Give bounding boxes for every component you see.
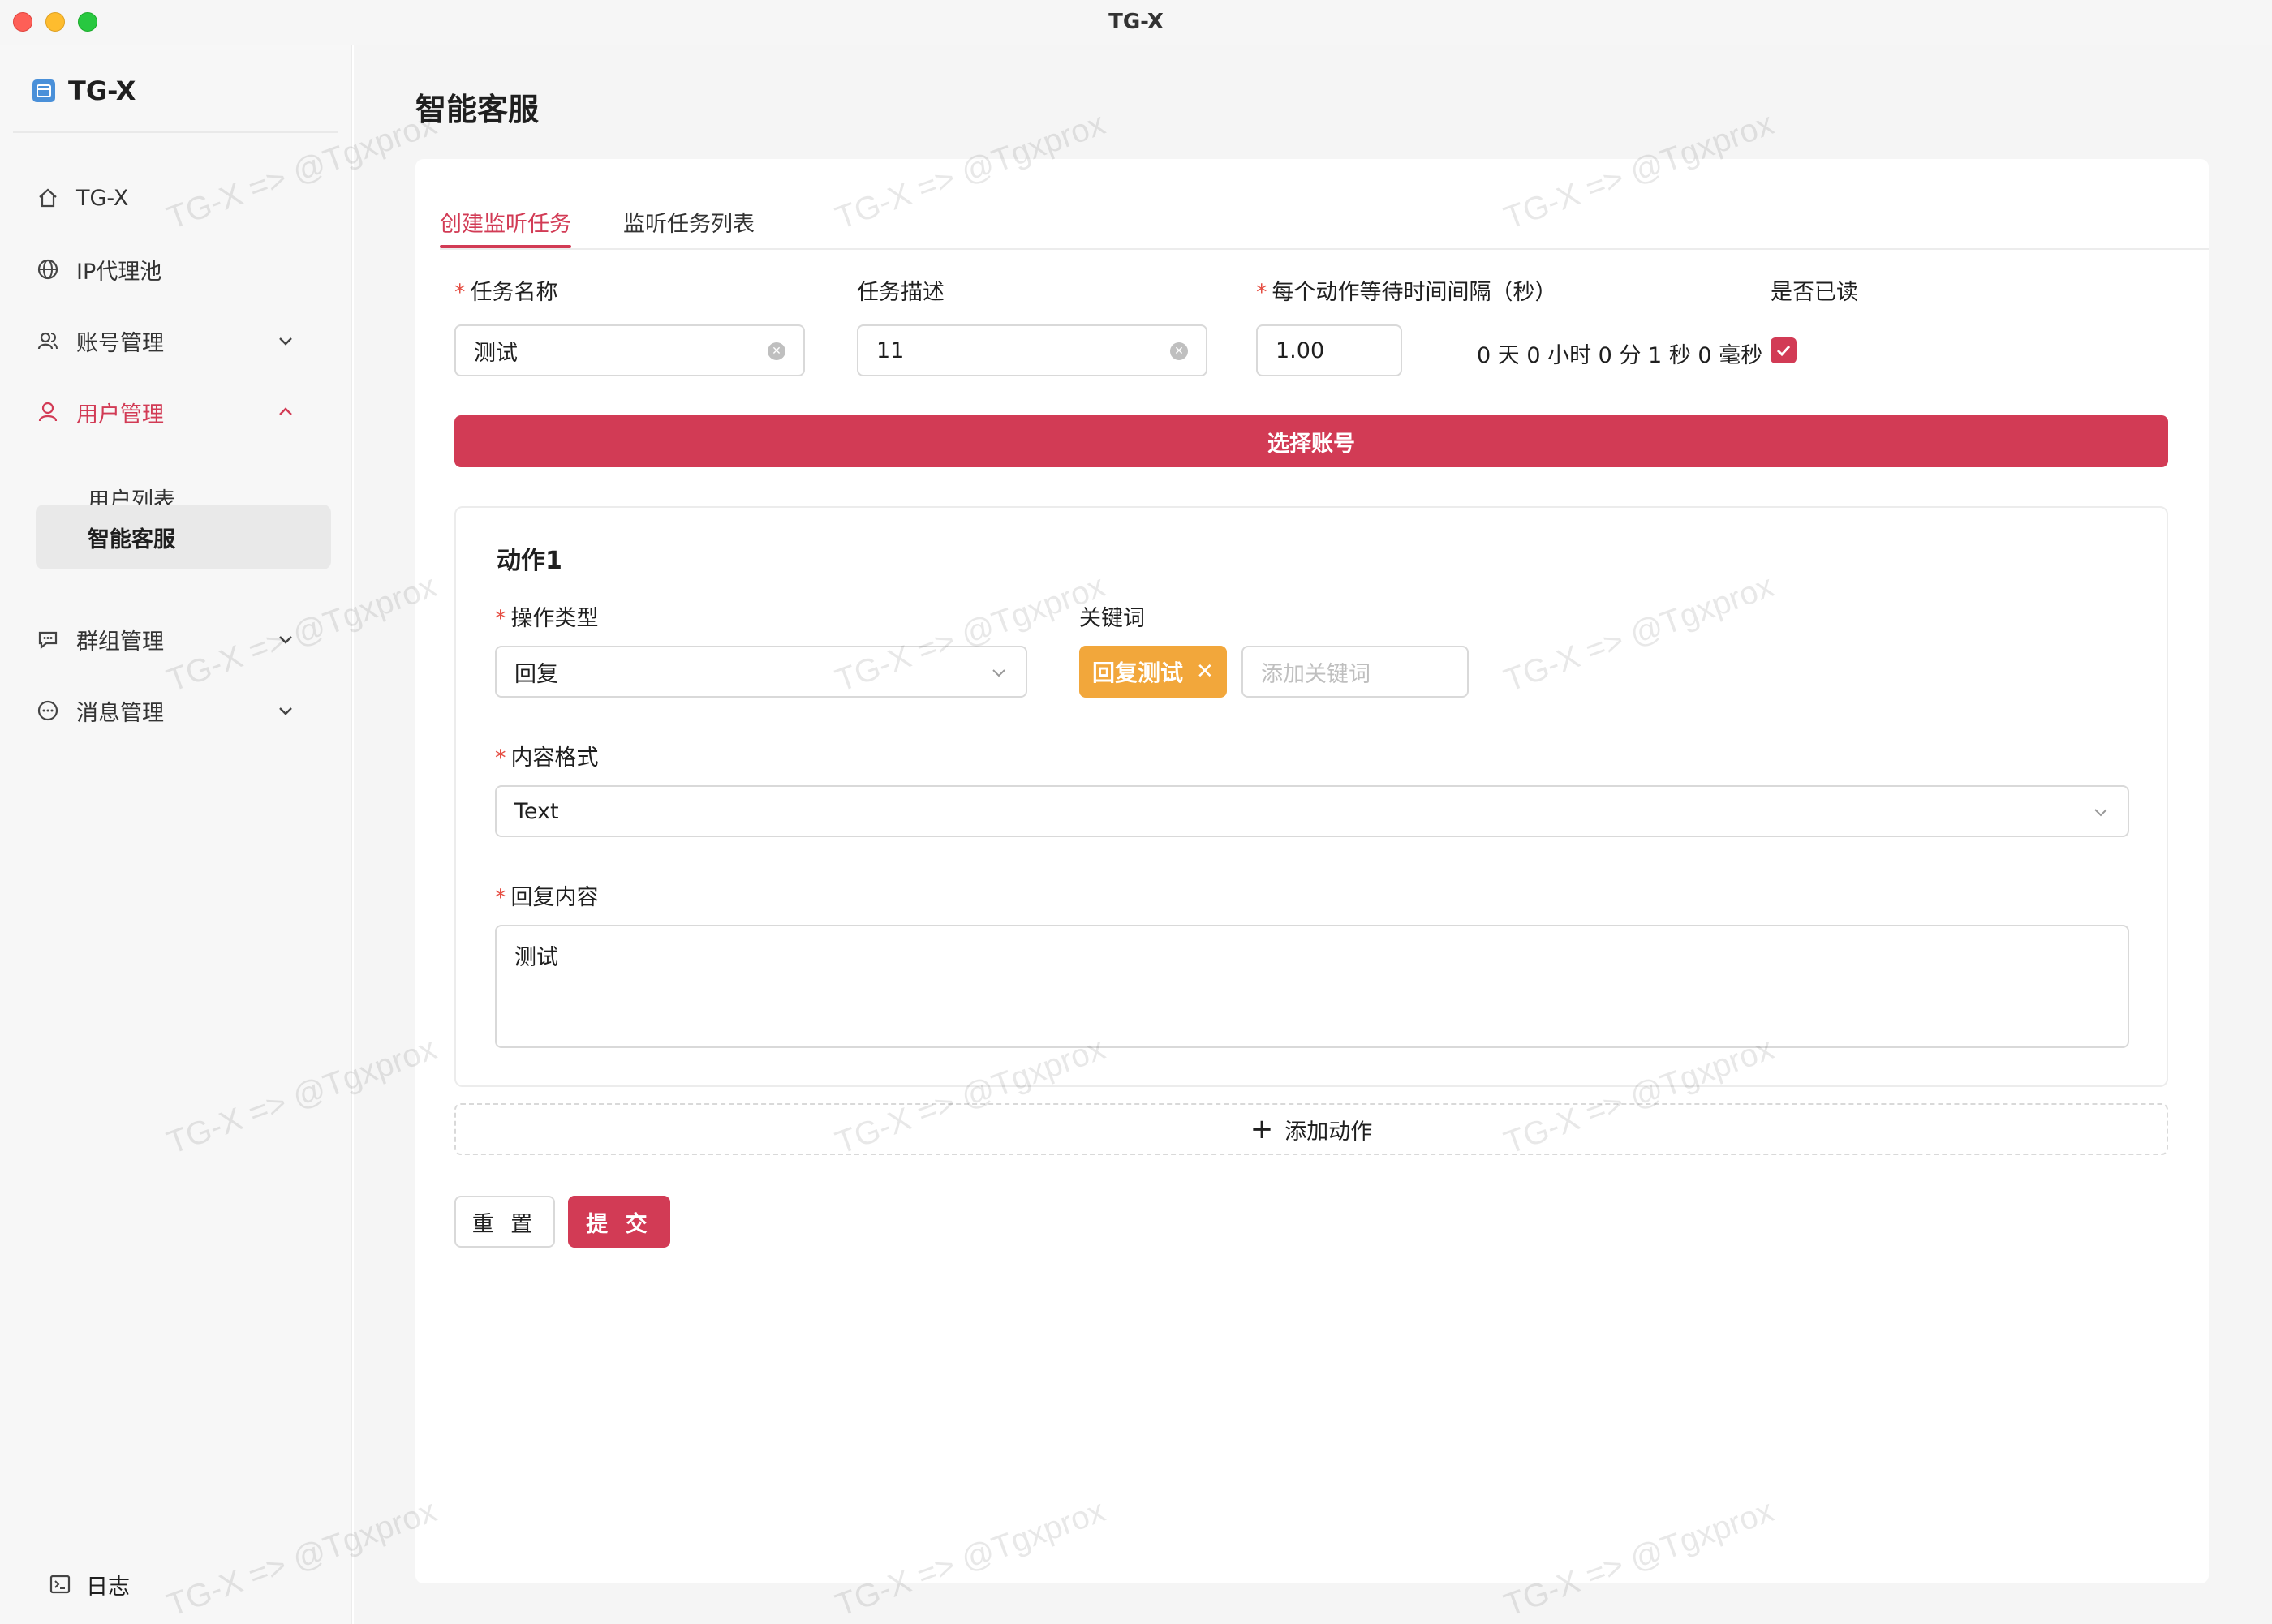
message-icon (36, 698, 60, 723)
sidebar-item-label: IP代理池 (76, 259, 162, 285)
sidebar-item-label: TG-X (76, 185, 129, 211)
close-icon[interactable]: ✕ (1196, 659, 1214, 684)
duration-readout: 0 天 0 小时 0 分 1 秒 0 毫秒 (1477, 343, 1763, 368)
main-content: 智能客服 创建监听任务 监听任务列表 * 任务名称 任务描述 * 每个动作等待时间间… (354, 45, 2272, 1624)
chevron-down-icon (279, 636, 292, 644)
clear-icon[interactable]: ✕ (1170, 342, 1188, 360)
app-logo-icon (32, 79, 55, 102)
op-type-label: * 操作类型 (495, 606, 599, 631)
sidebar-item-label: 消息管理 (76, 700, 164, 726)
divider (13, 131, 338, 133)
sidebar-item-label: 群组管理 (76, 629, 164, 655)
chevron-down-icon (992, 669, 1005, 677)
reset-button[interactable]: 重 置 (454, 1196, 555, 1248)
sidebar-item-messages[interactable]: 消息管理 (36, 686, 312, 735)
check-icon (1776, 345, 1791, 357)
sidebar-item-home[interactable]: TG-X (36, 174, 312, 222)
keyword-tag[interactable]: 回复测试 ✕ (1079, 646, 1227, 698)
window-title: TG-X (1108, 10, 1164, 34)
chevron-down-icon (279, 707, 292, 715)
content-format-label: * 内容格式 (495, 745, 599, 771)
clear-icon[interactable]: ✕ (768, 342, 785, 360)
chat-icon (36, 627, 60, 651)
tab-active-indicator (440, 245, 571, 248)
interval-input[interactable]: 1.00 (1256, 324, 1402, 376)
sidebar-item-label: 用户管理 (76, 402, 164, 427)
submit-button[interactable]: 提 交 (568, 1196, 670, 1248)
terminal-icon (49, 1575, 71, 1594)
sidebar-item-log[interactable]: 日志 (49, 1564, 130, 1605)
tab-task-list[interactable]: 监听任务列表 (623, 195, 755, 248)
action-title: 动作1 (497, 547, 562, 575)
form-card: 创建监听任务 监听任务列表 * 任务名称 任务描述 * 每个动作等待时间间隔（秒） … (415, 159, 2209, 1583)
tab-create-task[interactable]: 创建监听任务 (440, 195, 571, 248)
sidebar-subitem-smart-service[interactable]: 智能客服 (36, 505, 331, 569)
task-name-input[interactable]: 测试 ✕ (454, 324, 805, 376)
select-account-button[interactable]: 选择账号 (454, 415, 2168, 467)
task-desc-input[interactable]: 11 ✕ (857, 324, 1207, 376)
task-name-label: * 任务名称 (454, 280, 558, 305)
sidebar-subitem-label: 智能客服 (88, 526, 175, 552)
sidebar: TG-X TG-X IP代理池 账号管理 用户管理 用户列表 智能客服 群组管理… (0, 45, 352, 1624)
sidebar-item-accounts[interactable]: 账号管理 (36, 316, 312, 365)
sidebar-item-label: 账号管理 (76, 330, 164, 356)
sidebar-item-groups[interactable]: 群组管理 (36, 615, 312, 664)
chevron-down-icon (279, 337, 292, 346)
tab-bar: 创建监听任务 监听任务列表 (440, 195, 2209, 250)
task-desc-label: 任务描述 (857, 280, 945, 305)
interval-label: * 每个动作等待时间间隔（秒） (1256, 280, 1557, 305)
plus-icon: + (1250, 1113, 1274, 1145)
globe-icon (36, 257, 60, 281)
add-action-button[interactable]: + 添加动作 (454, 1103, 2168, 1155)
op-type-select[interactable]: 回复 (495, 646, 1027, 698)
sidebar-item-ip-pool[interactable]: IP代理池 (36, 245, 312, 294)
sidebar-item-users[interactable]: 用户管理 (36, 388, 312, 436)
action-card: 动作1 * 操作类型 关键词 回复 回复测试 ✕ 添加关键词 * 内容格式 Text… (454, 506, 2168, 1087)
window-titlebar: TG-X (0, 0, 2272, 45)
brand-name: TG-X (68, 75, 136, 106)
user-group-icon (36, 329, 60, 353)
sidebar-item-label: 日志 (86, 1574, 130, 1600)
brand[interactable]: TG-X (32, 75, 136, 107)
keyword-input[interactable]: 添加关键词 (1241, 646, 1469, 698)
is-read-label: 是否已读 (1771, 280, 1858, 305)
reply-content-label: * 回复内容 (495, 885, 599, 910)
page-title: 智能客服 (415, 92, 540, 127)
keywords-label: 关键词 (1079, 606, 1145, 631)
chevron-up-icon (279, 407, 292, 415)
is-read-checkbox[interactable] (1771, 337, 1797, 363)
home-icon (36, 186, 60, 210)
user-icon (36, 400, 60, 424)
reply-content-textarea[interactable]: 测试 (495, 925, 2129, 1048)
chevron-down-icon (2094, 809, 2107, 817)
content-format-select[interactable]: Text (495, 785, 2129, 837)
